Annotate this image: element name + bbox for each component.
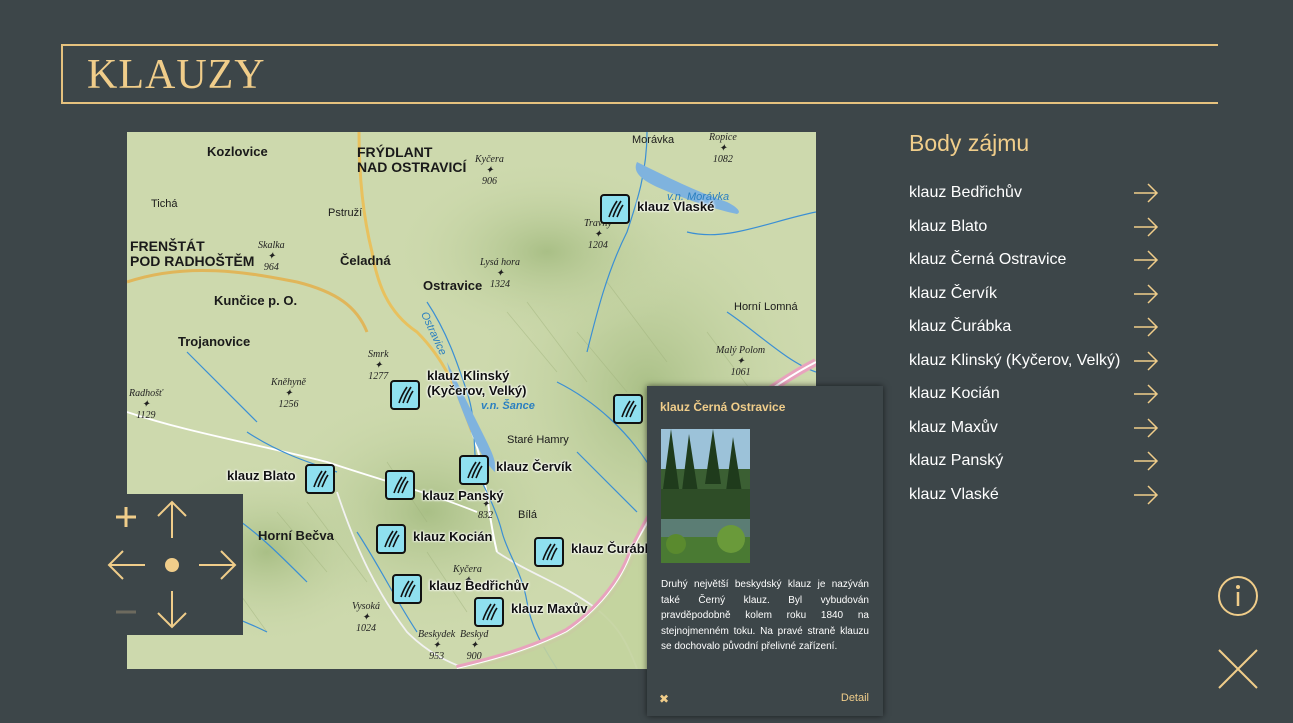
- place-label: Pstruží: [328, 207, 363, 219]
- place-label: NAD OSTRAVICÍ: [357, 159, 467, 175]
- peak-label: Smrk ✦ 1277: [368, 349, 389, 382]
- marker-label: klauz Maxův: [511, 601, 588, 616]
- arrow-right-icon: [1133, 283, 1159, 310]
- klauz-marker[interactable]: [459, 455, 489, 485]
- poi-item-label: klauz Vlaské: [909, 485, 999, 503]
- popup-title: klauz Černá Ostravice: [660, 400, 786, 414]
- popup-description: Druhý největší beskydský klauz je nazývá…: [661, 579, 869, 652]
- arrow-right-icon: [1133, 417, 1159, 444]
- place-label: Staré Hamry: [507, 434, 569, 446]
- poi-item-label: klauz Klinský (Kyčerov, Velký): [909, 351, 1121, 369]
- place-label: FRÝDLANT: [357, 144, 433, 160]
- marker-label: klauz Panský: [422, 488, 504, 503]
- poi-heading: Body zájmu: [909, 130, 1030, 156]
- popup-detail-link[interactable]: Detail: [841, 692, 869, 704]
- reservoir-label: v.n. Šance: [481, 400, 535, 412]
- place-label: Morávka: [632, 134, 675, 146]
- poi-item[interactable]: klauz Kocián: [909, 381, 1159, 415]
- marker-label: klauz Červík: [496, 459, 572, 474]
- poi-item-label: klauz Čurábka: [909, 318, 1012, 335]
- poi-item[interactable]: klauz Černá Ostravice: [909, 247, 1159, 281]
- poi-item-label: klauz Černá Ostravice: [909, 251, 1067, 268]
- peak-label: Radhošť ✦ 1129: [129, 388, 163, 421]
- peak-label: Skalka ✦ 964: [258, 240, 285, 273]
- arrow-right-icon: [1133, 216, 1159, 243]
- poi-item[interactable]: klauz Bedřichův: [909, 180, 1159, 214]
- arrow-right-icon: [1133, 182, 1159, 209]
- klauz-marker[interactable]: [376, 524, 406, 554]
- place-label: POD RADHOŠTĚM: [130, 253, 255, 269]
- arrow-left-icon[interactable]: [105, 547, 147, 588]
- poi-item[interactable]: klauz Klinský (Kyčerov, Velký): [909, 348, 1159, 382]
- poi-item-label: klauz Blato: [909, 217, 988, 235]
- poi-item[interactable]: klauz Červík: [909, 281, 1159, 315]
- peak-label: Beskyd ✦ 900: [460, 629, 489, 662]
- page-title: KLAUZY: [87, 52, 266, 98]
- poi-item-label: klauz Panský: [909, 452, 1004, 469]
- peak-label: Kyčera ✦ 906: [475, 154, 504, 187]
- minus-icon[interactable]: [113, 599, 139, 630]
- klauz-marker[interactable]: [600, 194, 630, 224]
- place-label: Bílá: [518, 509, 537, 521]
- poi-item[interactable]: klauz Blato: [909, 214, 1159, 248]
- info-popup: klauz Černá Ostravice Druhý největší bes…: [647, 386, 883, 716]
- poi-list: klauz Bedřichův klauz Blato klauz Černá …: [909, 180, 1159, 515]
- arrow-right-icon: [1133, 350, 1159, 377]
- place-label: Tichá: [151, 198, 178, 210]
- arrow-right-icon: [1133, 316, 1159, 343]
- klauz-marker[interactable]: [305, 464, 335, 494]
- place-label: Horní Lomná: [734, 301, 798, 313]
- plus-icon[interactable]: [113, 504, 139, 535]
- marker-label: klauz Bedřichův: [429, 578, 529, 593]
- poi-item-label: klauz Kocián: [909, 385, 1000, 402]
- popup-close-icon[interactable]: ✖: [659, 692, 669, 706]
- poi-item[interactable]: klauz Vlaské: [909, 482, 1159, 516]
- peak-label: Beskydek ✦ 953: [418, 629, 456, 662]
- place-label: Horní Bečva: [258, 528, 334, 543]
- arrow-right-icon: [1133, 484, 1159, 511]
- marker-label: klauz Vlaské: [637, 199, 715, 214]
- poi-item-label: klauz Bedřichův: [909, 184, 1022, 201]
- place-label: FRENŠTÁT: [130, 238, 205, 254]
- arrow-right-icon: [1133, 383, 1159, 410]
- place-label: Ostravice: [423, 278, 483, 293]
- poi-item[interactable]: klauz Panský: [909, 448, 1159, 482]
- arrow-right-icon: [1133, 249, 1159, 276]
- marker-label: klauz Kocián: [413, 529, 493, 544]
- poi-item[interactable]: klauz Čurábka: [909, 314, 1159, 348]
- arrow-down-icon[interactable]: [154, 589, 190, 636]
- popup-photo: [661, 429, 750, 563]
- marker-label: klauz Klinský (Kyčerov, Velký): [427, 368, 527, 398]
- peak-label: Malý Polom ✦ 1061: [716, 345, 766, 378]
- peak-label: Ropice ✦ 1082: [709, 132, 737, 165]
- close-icon[interactable]: [1217, 648, 1259, 695]
- peak-label: Lysá hora ✦ 1324: [480, 257, 520, 290]
- klauz-marker[interactable]: [474, 597, 504, 627]
- marker-label: klauz Blato: [227, 468, 296, 483]
- poi-item-label: klauz Maxův: [909, 418, 998, 436]
- klauz-marker[interactable]: [390, 380, 420, 410]
- poi-item[interactable]: klauz Maxův: [909, 415, 1159, 449]
- peak-label: Kněhyně ✦ 1256: [271, 377, 306, 410]
- klauz-marker[interactable]: [392, 574, 422, 604]
- header-frame: KLAUZY: [61, 44, 1218, 104]
- arrow-right-icon[interactable]: [197, 547, 239, 588]
- klauz-marker[interactable]: [534, 537, 564, 567]
- place-label: Kozlovice: [207, 144, 268, 159]
- place-label: Kunčice p. O.: [214, 293, 298, 308]
- marker-label: klauz Čurábka: [571, 541, 647, 556]
- klauz-marker-selected[interactable]: [613, 394, 643, 424]
- klauz-marker[interactable]: [385, 470, 415, 500]
- arrow-right-icon: [1133, 450, 1159, 477]
- place-label: Trojanovice: [178, 334, 251, 349]
- place-label: Čeladná: [340, 253, 391, 268]
- map-controls: [101, 494, 243, 635]
- info-icon[interactable]: [1217, 575, 1259, 622]
- center-dot-icon[interactable]: [165, 558, 179, 577]
- peak-label: Vysoká ✦ 1024: [352, 601, 380, 634]
- poi-item-label: klauz Červík: [909, 284, 998, 302]
- arrow-up-icon[interactable]: [154, 498, 190, 545]
